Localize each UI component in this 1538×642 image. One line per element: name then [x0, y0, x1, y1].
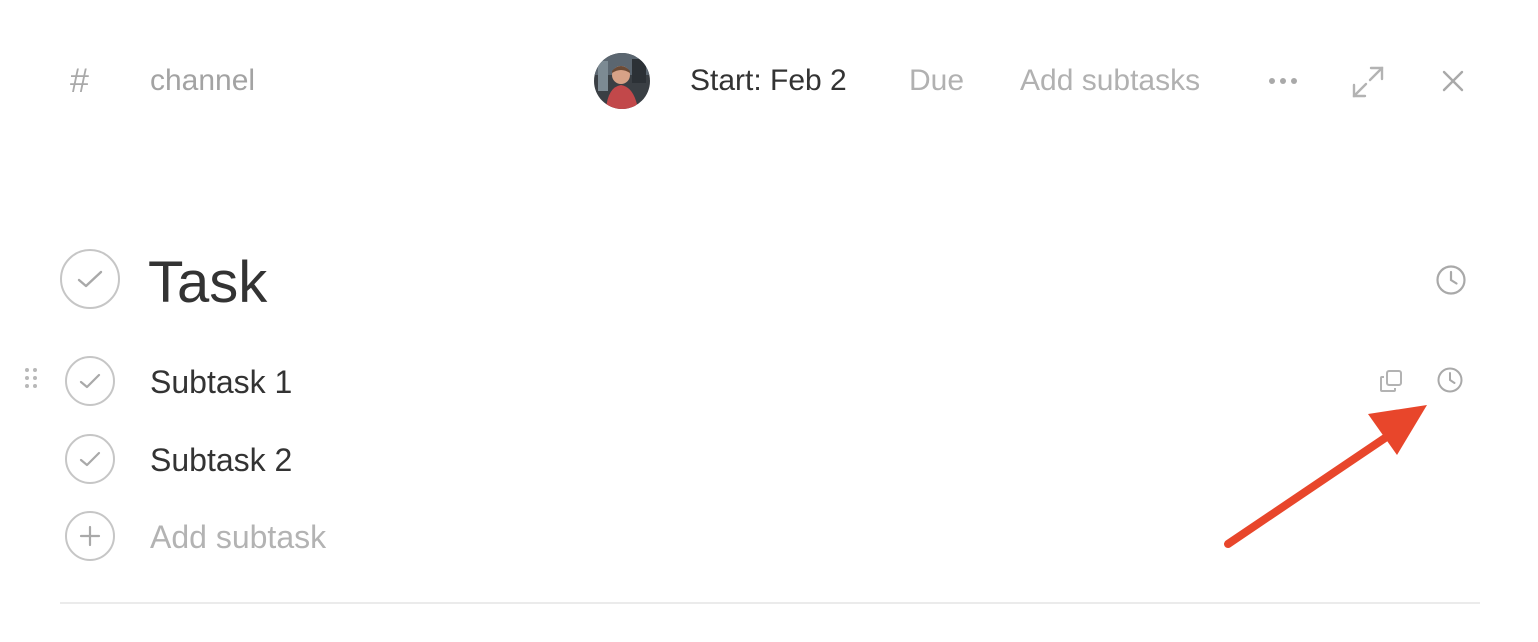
add-subtask-input[interactable]: Add subtask: [150, 515, 326, 559]
subtask-1-checkbox[interactable]: [65, 356, 115, 406]
expand-icon[interactable]: [1348, 62, 1388, 102]
divider: [60, 602, 1480, 604]
check-icon: [79, 451, 101, 467]
subtask-2-checkbox[interactable]: [65, 434, 115, 484]
close-icon[interactable]: [1438, 66, 1468, 96]
task-complete-checkbox[interactable]: [60, 249, 120, 309]
assignee-avatar[interactable]: [594, 53, 650, 109]
plus-icon: [79, 525, 101, 547]
add-subtask-button[interactable]: [65, 511, 115, 561]
subtask-2-label[interactable]: Subtask 2: [150, 438, 292, 482]
subtask-1-label[interactable]: Subtask 1: [150, 360, 292, 404]
hash-icon: #: [70, 62, 89, 100]
channel-label: channel: [150, 64, 256, 97]
start-date-button[interactable]: Start: Feb 2: [690, 58, 847, 104]
copy-icon[interactable]: [1376, 366, 1406, 396]
more-horizontal-icon[interactable]: [1262, 66, 1304, 96]
task-clock-icon[interactable]: [1433, 262, 1469, 298]
channel-link[interactable]: # channel: [70, 58, 255, 104]
subtask-clock-icon[interactable]: [1435, 365, 1465, 395]
due-date-button[interactable]: Due: [909, 58, 964, 104]
check-icon: [77, 270, 103, 288]
add-subtasks-button[interactable]: Add subtasks: [1020, 58, 1200, 104]
task-title[interactable]: Task: [148, 246, 267, 320]
check-icon: [79, 373, 101, 389]
task-detail-panel: # channel Start: Feb 2 Due Add subtasks: [0, 0, 1538, 642]
drag-handle-icon[interactable]: [20, 364, 42, 392]
